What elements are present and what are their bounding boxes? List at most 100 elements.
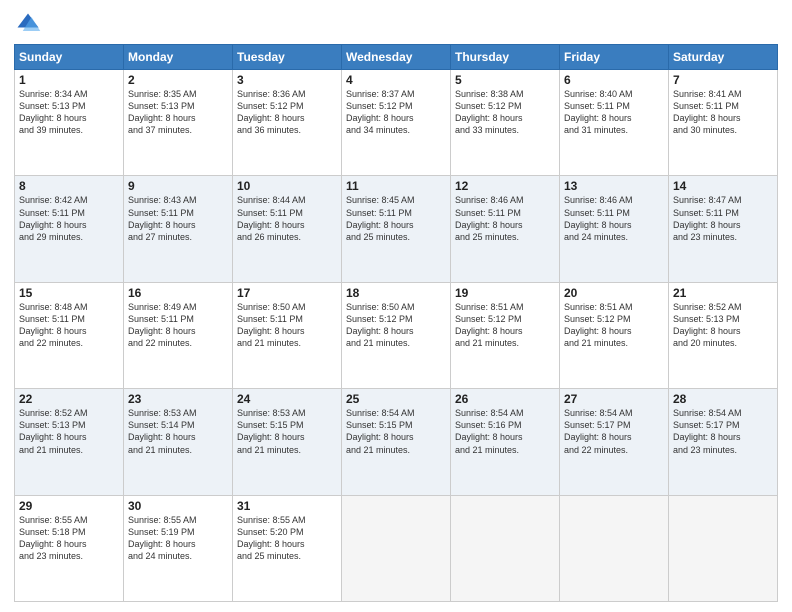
cell-details: Sunrise: 8:45 AM Sunset: 5:11 PM Dayligh… (346, 194, 446, 243)
day-number: 7 (673, 73, 773, 87)
calendar-cell (451, 495, 560, 601)
day-number: 24 (237, 392, 337, 406)
day-number: 4 (346, 73, 446, 87)
calendar-week-row: 22Sunrise: 8:52 AM Sunset: 5:13 PM Dayli… (15, 389, 778, 495)
cell-details: Sunrise: 8:40 AM Sunset: 5:11 PM Dayligh… (564, 88, 664, 137)
day-number: 25 (346, 392, 446, 406)
calendar-cell: 17Sunrise: 8:50 AM Sunset: 5:11 PM Dayli… (233, 282, 342, 388)
calendar-cell: 11Sunrise: 8:45 AM Sunset: 5:11 PM Dayli… (342, 176, 451, 282)
day-number: 17 (237, 286, 337, 300)
cell-details: Sunrise: 8:36 AM Sunset: 5:12 PM Dayligh… (237, 88, 337, 137)
cell-details: Sunrise: 8:51 AM Sunset: 5:12 PM Dayligh… (455, 301, 555, 350)
calendar-cell: 28Sunrise: 8:54 AM Sunset: 5:17 PM Dayli… (669, 389, 778, 495)
day-number: 2 (128, 73, 228, 87)
day-number: 1 (19, 73, 119, 87)
day-number: 19 (455, 286, 555, 300)
day-number: 21 (673, 286, 773, 300)
day-number: 6 (564, 73, 664, 87)
calendar-cell: 29Sunrise: 8:55 AM Sunset: 5:18 PM Dayli… (15, 495, 124, 601)
day-number: 30 (128, 499, 228, 513)
calendar-cell: 2Sunrise: 8:35 AM Sunset: 5:13 PM Daylig… (124, 70, 233, 176)
calendar-cell: 25Sunrise: 8:54 AM Sunset: 5:15 PM Dayli… (342, 389, 451, 495)
cell-details: Sunrise: 8:53 AM Sunset: 5:14 PM Dayligh… (128, 407, 228, 456)
cell-details: Sunrise: 8:44 AM Sunset: 5:11 PM Dayligh… (237, 194, 337, 243)
calendar-cell (669, 495, 778, 601)
cell-details: Sunrise: 8:50 AM Sunset: 5:12 PM Dayligh… (346, 301, 446, 350)
day-number: 15 (19, 286, 119, 300)
day-number: 12 (455, 179, 555, 193)
calendar-cell: 9Sunrise: 8:43 AM Sunset: 5:11 PM Daylig… (124, 176, 233, 282)
cell-details: Sunrise: 8:55 AM Sunset: 5:20 PM Dayligh… (237, 514, 337, 563)
page: SundayMondayTuesdayWednesdayThursdayFrid… (0, 0, 792, 612)
day-number: 8 (19, 179, 119, 193)
calendar-cell: 21Sunrise: 8:52 AM Sunset: 5:13 PM Dayli… (669, 282, 778, 388)
cell-details: Sunrise: 8:54 AM Sunset: 5:17 PM Dayligh… (564, 407, 664, 456)
calendar-cell: 16Sunrise: 8:49 AM Sunset: 5:11 PM Dayli… (124, 282, 233, 388)
calendar-cell: 20Sunrise: 8:51 AM Sunset: 5:12 PM Dayli… (560, 282, 669, 388)
calendar-cell: 19Sunrise: 8:51 AM Sunset: 5:12 PM Dayli… (451, 282, 560, 388)
calendar-week-row: 1Sunrise: 8:34 AM Sunset: 5:13 PM Daylig… (15, 70, 778, 176)
weekday-header-cell: Sunday (15, 45, 124, 70)
weekday-header-cell: Saturday (669, 45, 778, 70)
cell-details: Sunrise: 8:49 AM Sunset: 5:11 PM Dayligh… (128, 301, 228, 350)
day-number: 23 (128, 392, 228, 406)
calendar-cell: 13Sunrise: 8:46 AM Sunset: 5:11 PM Dayli… (560, 176, 669, 282)
day-number: 29 (19, 499, 119, 513)
calendar-cell (342, 495, 451, 601)
day-number: 16 (128, 286, 228, 300)
cell-details: Sunrise: 8:54 AM Sunset: 5:16 PM Dayligh… (455, 407, 555, 456)
calendar-body: 1Sunrise: 8:34 AM Sunset: 5:13 PM Daylig… (15, 70, 778, 602)
cell-details: Sunrise: 8:53 AM Sunset: 5:15 PM Dayligh… (237, 407, 337, 456)
cell-details: Sunrise: 8:51 AM Sunset: 5:12 PM Dayligh… (564, 301, 664, 350)
calendar-cell: 24Sunrise: 8:53 AM Sunset: 5:15 PM Dayli… (233, 389, 342, 495)
calendar-cell: 10Sunrise: 8:44 AM Sunset: 5:11 PM Dayli… (233, 176, 342, 282)
calendar-cell: 1Sunrise: 8:34 AM Sunset: 5:13 PM Daylig… (15, 70, 124, 176)
calendar-week-row: 8Sunrise: 8:42 AM Sunset: 5:11 PM Daylig… (15, 176, 778, 282)
day-number: 26 (455, 392, 555, 406)
calendar-cell: 31Sunrise: 8:55 AM Sunset: 5:20 PM Dayli… (233, 495, 342, 601)
calendar-cell: 26Sunrise: 8:54 AM Sunset: 5:16 PM Dayli… (451, 389, 560, 495)
weekday-header-cell: Tuesday (233, 45, 342, 70)
cell-details: Sunrise: 8:54 AM Sunset: 5:15 PM Dayligh… (346, 407, 446, 456)
calendar-cell: 3Sunrise: 8:36 AM Sunset: 5:12 PM Daylig… (233, 70, 342, 176)
day-number: 28 (673, 392, 773, 406)
weekday-header-cell: Monday (124, 45, 233, 70)
cell-details: Sunrise: 8:54 AM Sunset: 5:17 PM Dayligh… (673, 407, 773, 456)
day-number: 22 (19, 392, 119, 406)
day-number: 27 (564, 392, 664, 406)
day-number: 31 (237, 499, 337, 513)
calendar-week-row: 15Sunrise: 8:48 AM Sunset: 5:11 PM Dayli… (15, 282, 778, 388)
logo (14, 10, 46, 38)
calendar-table: SundayMondayTuesdayWednesdayThursdayFrid… (14, 44, 778, 602)
calendar-cell: 14Sunrise: 8:47 AM Sunset: 5:11 PM Dayli… (669, 176, 778, 282)
cell-details: Sunrise: 8:38 AM Sunset: 5:12 PM Dayligh… (455, 88, 555, 137)
calendar-cell: 6Sunrise: 8:40 AM Sunset: 5:11 PM Daylig… (560, 70, 669, 176)
cell-details: Sunrise: 8:48 AM Sunset: 5:11 PM Dayligh… (19, 301, 119, 350)
cell-details: Sunrise: 8:42 AM Sunset: 5:11 PM Dayligh… (19, 194, 119, 243)
cell-details: Sunrise: 8:35 AM Sunset: 5:13 PM Dayligh… (128, 88, 228, 137)
cell-details: Sunrise: 8:52 AM Sunset: 5:13 PM Dayligh… (19, 407, 119, 456)
calendar-cell: 12Sunrise: 8:46 AM Sunset: 5:11 PM Dayli… (451, 176, 560, 282)
cell-details: Sunrise: 8:55 AM Sunset: 5:18 PM Dayligh… (19, 514, 119, 563)
cell-details: Sunrise: 8:37 AM Sunset: 5:12 PM Dayligh… (346, 88, 446, 137)
calendar-cell: 15Sunrise: 8:48 AM Sunset: 5:11 PM Dayli… (15, 282, 124, 388)
day-number: 9 (128, 179, 228, 193)
day-number: 11 (346, 179, 446, 193)
calendar-cell: 27Sunrise: 8:54 AM Sunset: 5:17 PM Dayli… (560, 389, 669, 495)
calendar-cell: 4Sunrise: 8:37 AM Sunset: 5:12 PM Daylig… (342, 70, 451, 176)
cell-details: Sunrise: 8:41 AM Sunset: 5:11 PM Dayligh… (673, 88, 773, 137)
calendar-cell: 7Sunrise: 8:41 AM Sunset: 5:11 PM Daylig… (669, 70, 778, 176)
logo-icon (14, 10, 42, 38)
cell-details: Sunrise: 8:43 AM Sunset: 5:11 PM Dayligh… (128, 194, 228, 243)
header (14, 10, 778, 38)
day-number: 20 (564, 286, 664, 300)
calendar-week-row: 29Sunrise: 8:55 AM Sunset: 5:18 PM Dayli… (15, 495, 778, 601)
day-number: 5 (455, 73, 555, 87)
weekday-header-cell: Thursday (451, 45, 560, 70)
calendar-cell: 30Sunrise: 8:55 AM Sunset: 5:19 PM Dayli… (124, 495, 233, 601)
cell-details: Sunrise: 8:46 AM Sunset: 5:11 PM Dayligh… (564, 194, 664, 243)
calendar-cell: 23Sunrise: 8:53 AM Sunset: 5:14 PM Dayli… (124, 389, 233, 495)
cell-details: Sunrise: 8:50 AM Sunset: 5:11 PM Dayligh… (237, 301, 337, 350)
cell-details: Sunrise: 8:46 AM Sunset: 5:11 PM Dayligh… (455, 194, 555, 243)
day-number: 14 (673, 179, 773, 193)
